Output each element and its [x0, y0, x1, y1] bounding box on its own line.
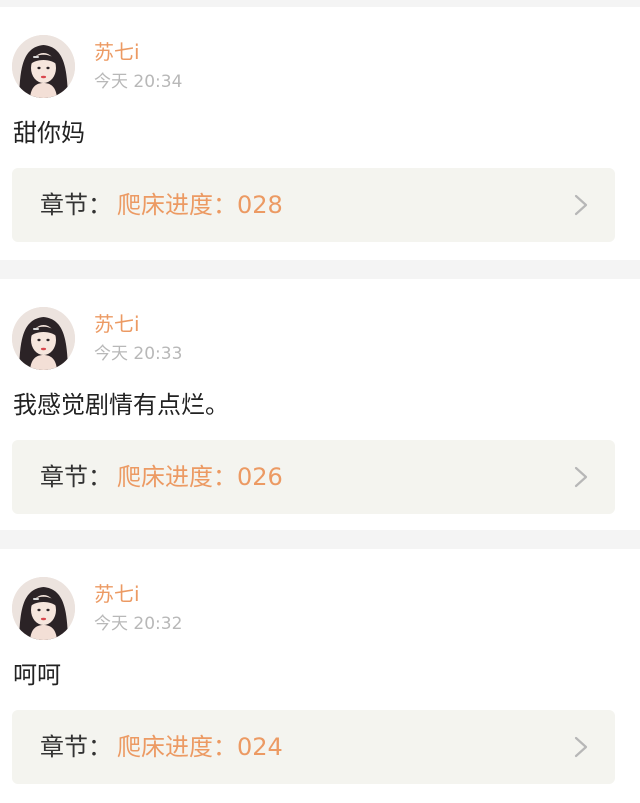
chapter-title: 爬床进度：028 [117, 191, 283, 219]
comment-time: 今天 20:33 [94, 344, 183, 364]
comment-time: 今天 20:32 [94, 614, 183, 634]
chapter-label: 章节： [40, 733, 112, 761]
comment-card: 苏七i 今天 20:33 我感觉剧情有点烂。 章节： 爬床进度：026 [0, 279, 640, 530]
chapter-label: 章节： [40, 463, 112, 491]
comment-time: 今天 20:34 [94, 72, 183, 92]
chapter-label: 章节： [40, 191, 112, 219]
user-avatar-icon[interactable] [12, 307, 75, 370]
comment-text: 甜你妈 [13, 119, 85, 147]
chevron-right-icon [574, 194, 588, 216]
chapter-link[interactable]: 章节： 爬床进度：028 [12, 168, 615, 242]
chevron-right-icon [574, 466, 588, 488]
chapter-title: 爬床进度：024 [117, 733, 283, 761]
user-avatar-icon[interactable] [12, 35, 75, 98]
comment-card: 苏七i 今天 20:34 甜你妈 章节： 爬床进度：028 [0, 7, 640, 260]
chapter-link[interactable]: 章节： 爬床进度：024 [12, 710, 615, 784]
username[interactable]: 苏七i [94, 40, 140, 64]
comment-feed: 苏七i 今天 20:34 甜你妈 章节： 爬床进度：028 苏七i 今天 20:… [0, 0, 640, 803]
chapter-link[interactable]: 章节： 爬床进度：026 [12, 440, 615, 514]
username[interactable]: 苏七i [94, 582, 140, 606]
user-avatar-icon[interactable] [12, 577, 75, 640]
comment-text: 呵呵 [13, 661, 61, 689]
comment-text: 我感觉剧情有点烂。 [13, 391, 229, 419]
chapter-title: 爬床进度：026 [117, 463, 283, 491]
username[interactable]: 苏七i [94, 312, 140, 336]
chevron-right-icon [574, 736, 588, 758]
comment-card: 苏七i 今天 20:32 呵呵 章节： 爬床进度：024 [0, 549, 640, 803]
